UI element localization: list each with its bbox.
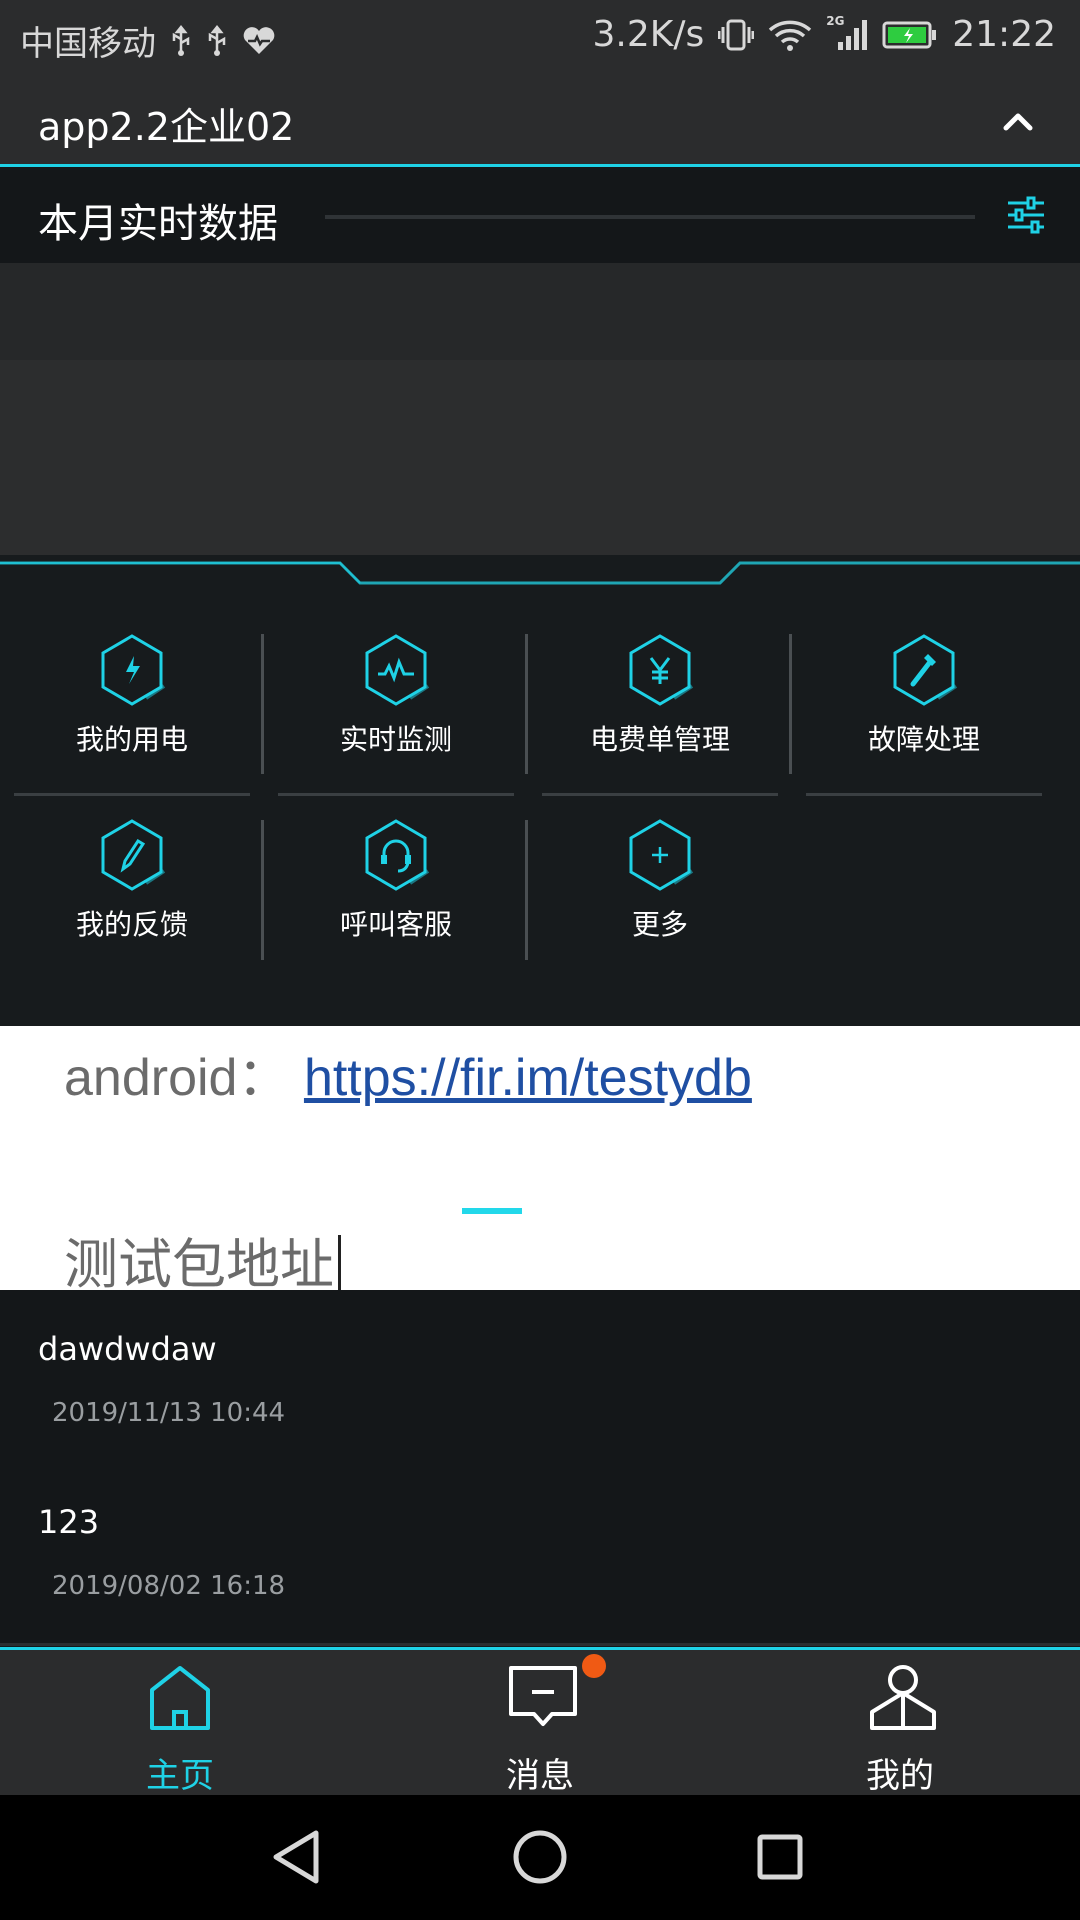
nav-messages[interactable]: 消息 <box>440 1650 640 1798</box>
message-title: 123 <box>38 1503 100 1541</box>
title-bar: app2.2企业02 <box>0 76 1080 167</box>
banner-subtitle: 测试包地址 <box>64 1220 341 1299</box>
panel-frame-decoration <box>0 555 1080 590</box>
pulse-icon <box>365 634 430 706</box>
home-button[interactable] <box>508 1825 572 1889</box>
battery-icon <box>882 21 937 48</box>
list-item[interactable]: dawdwdaw 2019/11/13 10:44 <box>0 1290 1080 1473</box>
nav-profile[interactable]: 我的 <box>800 1650 1000 1798</box>
grid-item-customer-service[interactable]: 呼叫客服 <box>264 775 528 959</box>
lightning-icon <box>101 634 166 706</box>
back-triangle-icon <box>273 1830 319 1884</box>
grid-item-label: 我的反馈 <box>75 908 188 941</box>
recents-square-icon <box>757 1834 803 1880</box>
download-link[interactable]: https://fir.im/testydb <box>304 1049 752 1107</box>
grid-item-label: 我的用电 <box>75 723 188 756</box>
home-icon <box>150 1666 210 1730</box>
page-title: app2.2企业02 <box>38 105 295 149</box>
data-panel-body <box>0 360 1080 560</box>
grid-item-bill-management[interactable]: 电费单管理 <box>528 590 792 774</box>
nav-label: 主页 <box>146 1756 214 1796</box>
wrench-icon <box>893 634 958 706</box>
grid-item-fault-handling[interactable]: 故障处理 <box>792 590 1056 774</box>
grid-item-label: 实时监测 <box>339 723 452 756</box>
banner-prefix: android： <box>64 1049 290 1107</box>
message-icon <box>509 1666 577 1726</box>
banner-subtitle-text: 测试包地址 <box>64 1233 334 1296</box>
grid-item-realtime-monitor[interactable]: 实时监测 <box>264 590 528 774</box>
carrier-name: 中国移动 <box>20 24 156 64</box>
network-speed: 3.2K/s <box>592 14 705 55</box>
message-time: 2019/08/02 16:18 <box>52 1571 286 1601</box>
sliders-icon <box>1008 196 1044 234</box>
headset-icon <box>365 819 430 891</box>
message-title: dawdwdaw <box>38 1330 217 1368</box>
collapse-button[interactable] <box>998 104 1038 140</box>
grid-item-my-feedback[interactable]: 我的反馈 <box>0 775 264 959</box>
home-circle-icon <box>513 1830 567 1884</box>
status-right: 3.2K/s 2G 21:22 <box>592 14 1057 56</box>
filter-button[interactable] <box>1006 195 1046 235</box>
system-nav-bar <box>0 1795 1080 1920</box>
profile-icon <box>870 1665 936 1730</box>
function-grid: 我的用电 实时监测 电费单管理 故障处理 我的反馈 呼叫客服 更多 <box>0 590 1080 1026</box>
grid-item-label: 呼叫客服 <box>339 908 452 941</box>
list-item[interactable]: 123 2019/08/02 16:18 <box>0 1463 1080 1646</box>
wifi-icon <box>769 20 812 51</box>
banner-text: android： https://fir.im/testydb <box>64 1035 752 1110</box>
text-cursor <box>338 1235 341 1293</box>
yen-icon <box>629 634 694 706</box>
status-bar: 中国移动 3.2K/s 2G 21:22 <box>0 0 1080 76</box>
data-panel-top <box>0 263 1080 360</box>
nav-label: 消息 <box>506 1756 574 1796</box>
nav-label: 我的 <box>866 1756 934 1796</box>
plus-icon <box>629 819 694 891</box>
banner-indicator <box>462 1208 522 1214</box>
clock: 21:22 <box>952 14 1056 55</box>
grid-item-label: 更多 <box>631 908 688 941</box>
usb-icon <box>208 24 226 56</box>
message-time: 2019/11/13 10:44 <box>52 1398 286 1428</box>
recents-button[interactable] <box>748 1825 812 1889</box>
nav-home[interactable]: 主页 <box>80 1650 280 1798</box>
pen-icon <box>101 819 166 891</box>
grid-item-my-electricity[interactable]: 我的用电 <box>0 590 264 774</box>
section-divider <box>325 215 975 219</box>
section-title: 本月实时数据 <box>38 201 278 247</box>
cell-signal-icon: 2G <box>826 14 868 52</box>
status-left: 中国移动 <box>20 16 276 65</box>
health-icon <box>243 26 275 54</box>
notification-badge <box>582 1654 606 1678</box>
back-button[interactable] <box>266 1825 330 1889</box>
grid-item-label: 电费单管理 <box>589 723 730 756</box>
vibrate-icon <box>718 19 755 50</box>
grid-item-label: 故障处理 <box>867 723 980 756</box>
grid-item-more[interactable]: 更多 <box>528 775 792 959</box>
bottom-nav: 主页 消息 我的 <box>0 1647 1080 1798</box>
usb-icon <box>172 24 190 56</box>
grid-row-divider <box>806 793 1042 796</box>
chevron-up-icon <box>1003 113 1033 131</box>
section-header: 本月实时数据 <box>0 167 1080 263</box>
